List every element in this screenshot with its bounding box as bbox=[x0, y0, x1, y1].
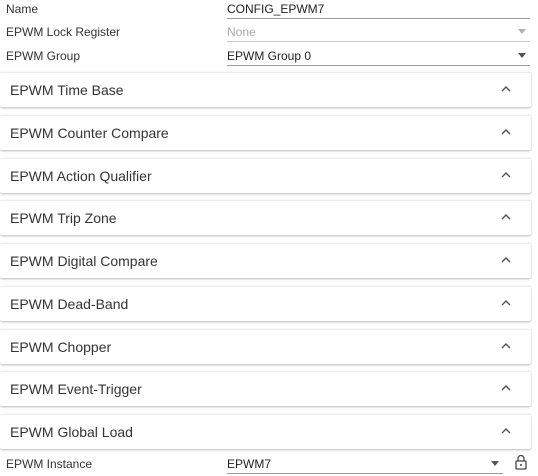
section-dead-band[interactable]: EPWM Dead-Band bbox=[0, 286, 531, 321]
section-action-qualifier[interactable]: EPWM Action Qualifier bbox=[0, 158, 531, 193]
name-label: Name bbox=[6, 2, 39, 16]
group-select[interactable]: EPWM Group 0 bbox=[227, 47, 530, 66]
chevron-up-icon[interactable] bbox=[501, 384, 511, 392]
group-value: EPWM Group 0 bbox=[227, 48, 312, 63]
section-title: EPWM Action Qualifier bbox=[10, 168, 152, 184]
section-counter-compare[interactable]: EPWM Counter Compare bbox=[0, 115, 531, 150]
section-title: EPWM Time Base bbox=[10, 82, 124, 98]
section-title: EPWM Dead-Band bbox=[10, 296, 129, 312]
chevron-up-icon[interactable] bbox=[501, 342, 511, 350]
section-title: EPWM Trip Zone bbox=[10, 210, 117, 226]
chevron-up-icon[interactable] bbox=[501, 427, 511, 435]
chevron-up-icon[interactable] bbox=[501, 128, 511, 136]
lock-register-select[interactable]: None bbox=[227, 23, 530, 42]
section-title: EPWM Digital Compare bbox=[10, 253, 158, 269]
chevron-up-icon[interactable] bbox=[501, 256, 511, 264]
chevron-up-icon[interactable] bbox=[501, 85, 511, 93]
chevron-down-icon bbox=[491, 461, 499, 466]
lock-register-row: EPWM Lock Register None bbox=[0, 21, 538, 43]
name-input[interactable]: CONFIG_EPWM7 bbox=[227, 0, 530, 19]
chevron-up-icon[interactable] bbox=[501, 213, 511, 221]
section-event-trigger[interactable]: EPWM Event-Trigger bbox=[0, 371, 531, 406]
name-row: Name CONFIG_EPWM7 bbox=[0, 0, 538, 20]
lock-icon[interactable] bbox=[514, 454, 528, 470]
lock-register-value: None bbox=[227, 24, 256, 39]
name-value: CONFIG_EPWM7 bbox=[227, 1, 325, 16]
chevron-down-icon bbox=[518, 53, 526, 58]
section-chopper[interactable]: EPWM Chopper bbox=[0, 329, 531, 364]
section-global-load[interactable]: EPWM Global Load bbox=[0, 414, 531, 449]
chevron-up-icon[interactable] bbox=[501, 299, 511, 307]
instance-label: EPWM Instance bbox=[6, 457, 93, 471]
section-title: EPWM Chopper bbox=[10, 339, 112, 355]
instance-select[interactable]: EPWM7 bbox=[227, 455, 503, 474]
section-title: EPWM Counter Compare bbox=[10, 125, 169, 141]
section-title: EPWM Global Load bbox=[10, 424, 133, 440]
group-row: EPWM Group EPWM Group 0 bbox=[0, 45, 538, 67]
section-digital-compare[interactable]: EPWM Digital Compare bbox=[0, 243, 531, 278]
chevron-up-icon[interactable] bbox=[501, 171, 511, 179]
chevron-down-icon bbox=[518, 29, 526, 34]
instance-value: EPWM7 bbox=[227, 456, 272, 471]
section-trip-zone[interactable]: EPWM Trip Zone bbox=[0, 200, 531, 235]
group-label: EPWM Group bbox=[6, 49, 81, 63]
section-time-base[interactable]: EPWM Time Base bbox=[0, 72, 531, 107]
instance-row: EPWM Instance EPWM7 bbox=[0, 453, 538, 475]
lock-register-label: EPWM Lock Register bbox=[6, 25, 121, 39]
section-title: EPWM Event-Trigger bbox=[10, 381, 142, 397]
